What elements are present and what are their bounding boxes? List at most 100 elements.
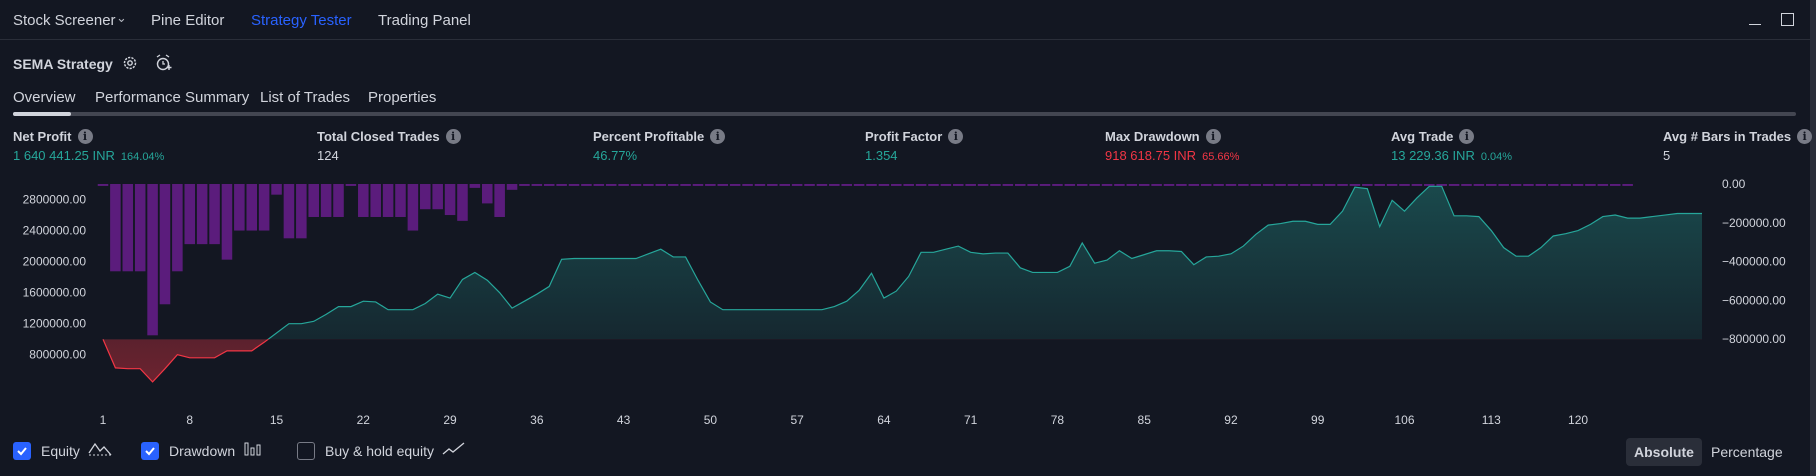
drawdown-bar	[1101, 184, 1113, 186]
tab-list-of-trades[interactable]: List of Trades	[260, 89, 350, 106]
drawdown-bar	[1535, 184, 1547, 186]
drawdown-bar	[1374, 184, 1385, 186]
drawdown-bar	[928, 184, 939, 186]
metric-label: Profit Factor	[865, 129, 943, 144]
drawdown-bar	[134, 184, 146, 272]
drawdown-bar	[444, 184, 456, 216]
drawdown-bar	[618, 184, 629, 186]
drawdown-bar	[110, 184, 121, 272]
tab-trading-panel[interactable]: Trading Panel	[378, 12, 471, 29]
y-axis-left: 2800000.00 2400000.00 2000000.00 1600000.00…	[23, 193, 87, 362]
drawdown-bar	[1188, 184, 1200, 186]
metric-profit-factor: Profit Factor i 1.354	[865, 129, 964, 163]
metric-value: 1 640 441.25 INR	[13, 148, 115, 163]
drawdown-bar	[1151, 184, 1162, 186]
info-icon[interactable]: i	[445, 129, 461, 144]
metric-value: 13 229.36 INR	[1391, 148, 1475, 163]
add-alert-icon[interactable]	[155, 54, 173, 72]
x-tick-label: 43	[617, 413, 631, 427]
tab-pine-editor[interactable]: Pine Editor	[151, 12, 224, 29]
drawdown-bar	[1089, 184, 1100, 186]
x-axis: 1 8 15 22 29 36 43 50 57 64 71 78 85 92 99 106 113 120	[100, 413, 1589, 427]
drawdown-bar	[655, 184, 667, 186]
legend-buy-hold-equity[interactable]: Buy & hold equity	[297, 441, 466, 460]
drawdown-bar	[593, 184, 605, 186]
drawdown-bar	[1399, 184, 1410, 186]
equity-checkbox[interactable]	[13, 441, 31, 460]
metric-max-drawdown: Max Drawdown i 918 618.75 INR 65.66%	[1105, 129, 1239, 163]
equity-line-icon	[88, 441, 112, 460]
tab-properties[interactable]: Properties	[368, 89, 436, 106]
drawdown-bar	[1138, 184, 1150, 186]
drawdown-bar	[258, 184, 270, 231]
drawdown-bar	[1076, 184, 1088, 186]
drawdown-bar	[816, 184, 828, 186]
metric-value: 46.77%	[593, 148, 638, 163]
y-left-tick-label: 2400000.00	[23, 224, 87, 238]
drawdown-bar	[1126, 184, 1138, 186]
drawdown-bar	[779, 184, 791, 186]
metric-total-closed-trades: Total Closed Trades i 124	[317, 129, 461, 163]
info-icon[interactable]: i	[77, 129, 93, 144]
tab-performance-summary[interactable]: Performance Summary	[95, 89, 249, 106]
drawdown-checkbox[interactable]	[141, 441, 159, 460]
drawdown-bar	[1386, 184, 1398, 186]
legend-drawdown[interactable]: Drawdown	[141, 441, 263, 460]
y-left-tick-label: 1200000.00	[23, 317, 87, 331]
y-left-tick-label: 2000000.00	[23, 255, 87, 269]
tab-stock-screener[interactable]: Stock Screener	[13, 12, 116, 29]
absolute-mode-button[interactable]: Absolute	[1626, 438, 1702, 466]
drawdown-bar	[1424, 184, 1435, 186]
x-tick-label: 29	[443, 413, 457, 427]
y-left-tick-label: 800000.00	[29, 348, 86, 362]
info-icon[interactable]: i	[1459, 129, 1475, 144]
minimize-icon[interactable]	[1746, 10, 1764, 28]
x-tick-label: 64	[877, 413, 891, 427]
info-icon[interactable]: i	[710, 129, 726, 144]
drawdown-bar	[990, 184, 1001, 186]
drawdown-bar	[1436, 184, 1447, 186]
drawdown-bar	[494, 184, 505, 217]
metric-percent: 164.04%	[120, 151, 165, 163]
drawdown-bar	[891, 184, 902, 186]
drawdown-bar	[1349, 184, 1361, 186]
drawdown-bar	[853, 184, 865, 186]
x-tick-label: 99	[1311, 413, 1325, 427]
bar-chart-icon	[243, 441, 263, 460]
drawdown-bar	[1213, 184, 1224, 186]
percentage-mode-button[interactable]: Percentage	[1703, 438, 1791, 466]
drawdown-bar	[271, 184, 282, 195]
drawdown-bar	[122, 184, 134, 272]
drawdown-bar	[457, 184, 468, 221]
legend-buy-hold-label: Buy & hold equity	[325, 442, 434, 459]
drawdown-bar	[841, 184, 852, 186]
drawdown-bar	[866, 184, 877, 186]
tab-strategy-tester[interactable]: Strategy Tester	[251, 12, 352, 29]
x-tick-label: 57	[790, 413, 804, 427]
drawdown-bar	[953, 184, 964, 186]
drawdown-bar	[1560, 184, 1571, 186]
info-icon[interactable]: i	[948, 129, 964, 144]
buy-hold-checkbox[interactable]	[297, 441, 315, 460]
legend-equity[interactable]: Equity	[13, 441, 112, 460]
chevron-down-icon[interactable]: ⌄	[116, 10, 127, 26]
info-icon[interactable]: i	[1797, 129, 1813, 144]
drawdown-bar	[296, 184, 307, 239]
equity-drawdown-chart[interactable]: 2800000.00 2400000.00 2000000.00 1600000.00…	[0, 176, 1816, 432]
tab-overview[interactable]: Overview	[13, 89, 76, 106]
drawdown-bar	[1622, 184, 1633, 186]
drawdown-bar	[1411, 184, 1423, 186]
info-icon[interactable]: i	[1205, 129, 1221, 144]
gear-icon[interactable]	[121, 54, 139, 72]
drawdown-bar	[159, 184, 171, 305]
drawdown-bar	[940, 184, 952, 186]
drawdown-bar	[1250, 184, 1262, 186]
legend-drawdown-label: Drawdown	[169, 442, 236, 459]
drawdown-bar	[1448, 184, 1460, 186]
drawdown-bar	[1324, 184, 1336, 186]
metric-label: Avg Trade	[1391, 129, 1454, 144]
strategy-title: SEMA Strategy	[13, 56, 113, 72]
maximize-icon[interactable]	[1778, 10, 1796, 28]
drawdown-bar	[767, 184, 778, 186]
drawdown-bar	[333, 184, 344, 217]
